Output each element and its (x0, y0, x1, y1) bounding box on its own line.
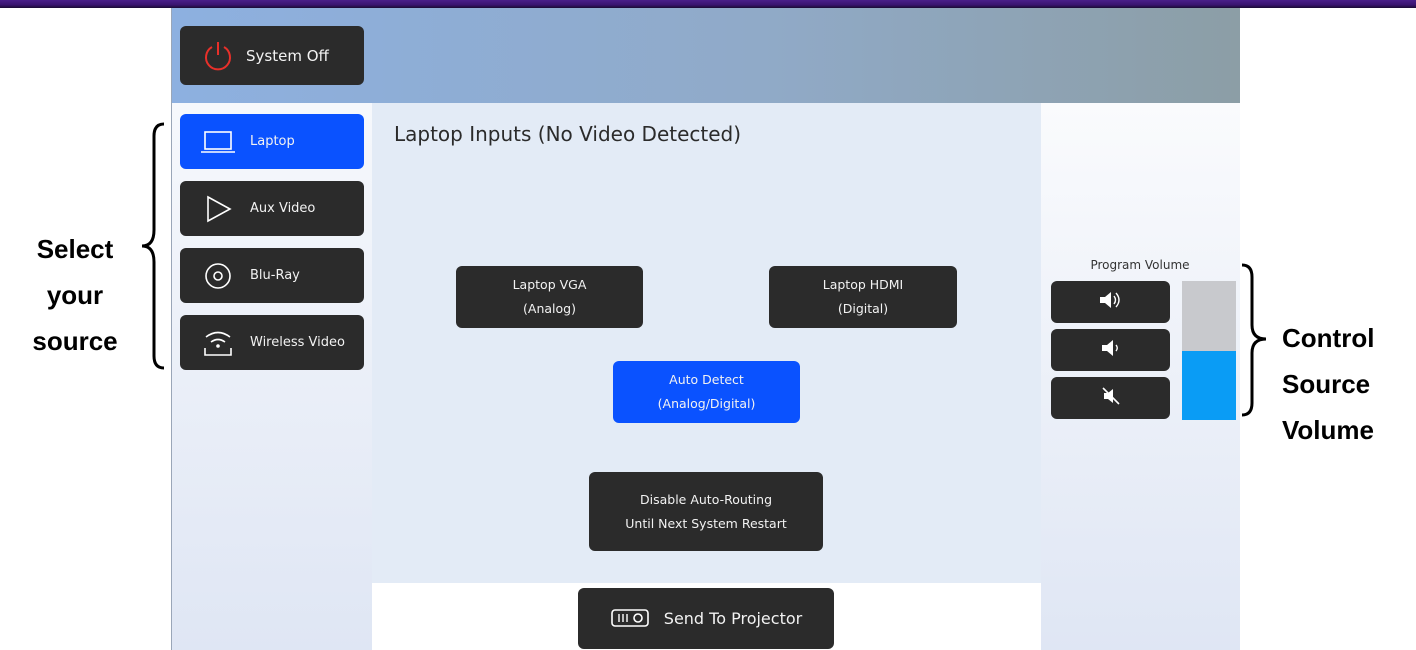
annotation-select-source: Select your source (10, 226, 140, 364)
source-label: Blu-Ray (250, 268, 300, 283)
laptop-icon (198, 130, 238, 154)
wireless-icon (198, 328, 238, 358)
page-title: Laptop Inputs (No Video Detected) (394, 122, 742, 146)
laptop-hdmi-button[interactable]: Laptop HDMI (Digital) (769, 266, 957, 328)
button-line: (Analog/Digital) (657, 396, 756, 411)
button-line: Auto Detect (669, 372, 744, 387)
annotation-line: Source (1282, 369, 1371, 399)
play-icon (198, 195, 238, 223)
button-line: Laptop HDMI (822, 277, 904, 292)
annotation-line: Volume (1282, 415, 1374, 445)
source-label: Laptop (250, 134, 295, 149)
program-volume-label: Program Volume (1090, 258, 1190, 272)
control-panel: System Off Laptop Aux Video Blu-Ray Wire… (171, 8, 1240, 650)
source-label: Wireless Video (250, 335, 345, 350)
volume-down-button[interactable] (1051, 329, 1170, 371)
volume-meter-fill (1182, 350, 1236, 420)
button-line: Until Next System Restart (625, 515, 787, 531)
volume-up-button[interactable] (1051, 281, 1170, 323)
disc-icon (198, 261, 238, 291)
left-brace (141, 122, 165, 370)
source-button-blu-ray[interactable]: Blu-Ray (180, 248, 364, 303)
volume-meter[interactable] (1182, 281, 1236, 420)
send-to-projector-button[interactable]: Send To Projector (578, 588, 834, 649)
button-line: (Analog) (523, 301, 576, 316)
source-button-wireless-video[interactable]: Wireless Video (180, 315, 364, 370)
system-off-button[interactable]: System Off (180, 26, 364, 85)
annotation-line: your (46, 280, 104, 310)
source-button-laptop[interactable]: Laptop (180, 114, 364, 169)
system-off-label: System Off (246, 46, 329, 65)
annotation-line: Select (36, 234, 114, 264)
button-line: (Digital) (837, 301, 889, 316)
laptop-vga-button[interactable]: Laptop VGA (Analog) (456, 266, 643, 328)
projector-icon (610, 608, 650, 630)
source-button-aux-video[interactable]: Aux Video (180, 181, 364, 236)
annotation-line: source (32, 326, 118, 356)
right-brace (1241, 263, 1267, 417)
button-line: Laptop VGA (512, 277, 587, 292)
button-line: Disable Auto-Routing (639, 491, 773, 507)
mute-icon (1100, 386, 1122, 410)
send-to-projector-label: Send To Projector (663, 609, 803, 628)
power-icon (202, 40, 234, 72)
window-top-border (0, 0, 1416, 8)
annotation-control-volume: Control Source Volume (1282, 315, 1412, 453)
disable-auto-routing-button[interactable]: Disable Auto-Routing Until Next System R… (589, 472, 823, 551)
mute-button[interactable] (1051, 377, 1170, 419)
source-label: Aux Video (250, 201, 316, 216)
annotation-line: Control (1282, 323, 1375, 353)
volume-down-icon (1100, 338, 1122, 362)
volume-up-icon (1098, 290, 1124, 314)
auto-detect-button[interactable]: Auto Detect (Analog/Digital) (613, 361, 800, 423)
